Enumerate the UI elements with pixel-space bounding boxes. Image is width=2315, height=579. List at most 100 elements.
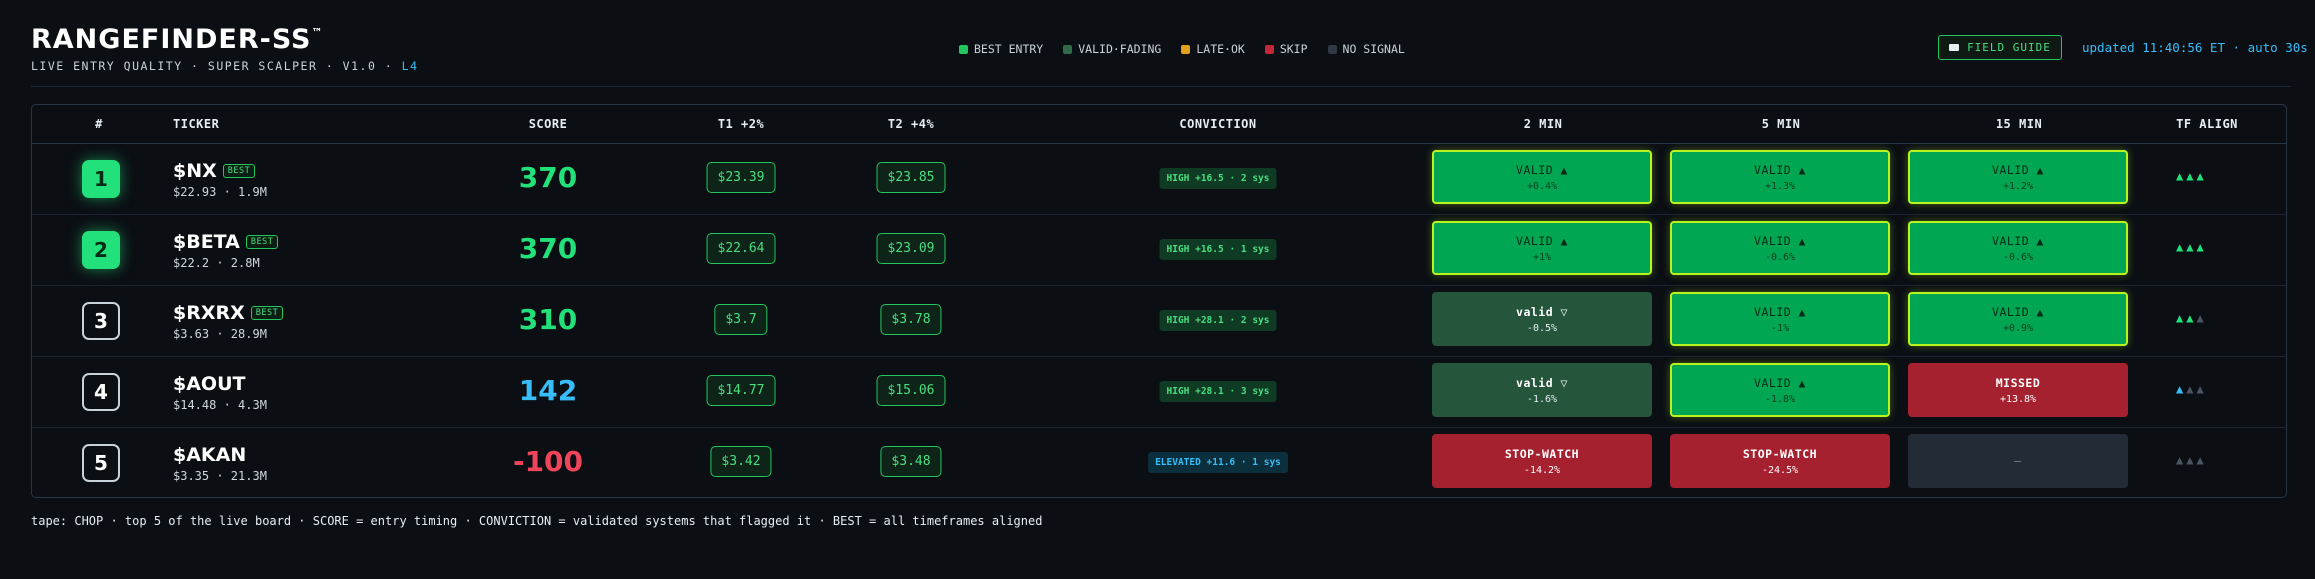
tf-align-indicator: ▲ ▲ ▲ — [2176, 453, 2236, 467]
ticker-symbol[interactable]: $AKAN — [173, 444, 267, 466]
ticker-symbol-text: $NX — [173, 160, 217, 182]
column-header[interactable]: 2 MIN — [1524, 105, 1563, 143]
conviction-badge: ELEVATED +11.6 · 1 sys — [1148, 452, 1288, 473]
column-header[interactable]: TF ALIGN — [2176, 105, 2238, 143]
legend-item: BEST ENTRY — [959, 42, 1043, 56]
column-header[interactable]: SCORE — [529, 105, 568, 143]
score-value: 310 — [518, 303, 578, 336]
rank-badge: 1 — [82, 160, 120, 198]
tf-5min-cell[interactable]: VALID ▲ -1.8% — [1670, 363, 1890, 417]
rank-badge: 4 — [82, 373, 120, 411]
ticker-cell: $AKAN $3.35 · 21.3M — [173, 444, 267, 483]
legend-item: LATE·OK — [1181, 42, 1245, 56]
ticker-price-volume: $22.93 · 1.9M — [173, 185, 267, 199]
ticker-price-volume: $14.48 · 4.3M — [173, 398, 267, 412]
legend-swatch — [1063, 44, 1073, 54]
rank-badge: 2 — [82, 231, 120, 269]
table-row[interactable]: 3 $RXRX BEST $3.63 · 28.9M 310 $3.7 $3.78 HIGH … — [32, 285, 2286, 357]
target2-price: $15.06 — [876, 375, 946, 406]
tf-change-pct: +13.8% — [1999, 393, 2037, 405]
triangle-up-icon: ▲ — [2186, 311, 2195, 325]
tf-15min-cell[interactable]: VALID ▲ -0.6% — [1908, 221, 2128, 275]
tf-align-indicator: ▲ ▲ ▲ — [2176, 169, 2236, 183]
tf-5min-cell[interactable]: VALID ▲ -0.6% — [1670, 221, 1890, 275]
triangle-up-icon: ▲ — [2186, 169, 2195, 183]
tf-change-pct: -1% — [1770, 322, 1790, 334]
table-row[interactable]: 4 $AOUT $14.48 · 4.3M 142 $14.77 $15.06 HIGH +… — [32, 356, 2286, 428]
ticker-symbol[interactable]: $BETA BEST — [173, 231, 279, 253]
table-row[interactable]: 5 $AKAN $3.35 · 21.3M -100 $3.42 $3.48 ELEVATE… — [32, 427, 2286, 497]
tf-15min-cell[interactable]: — — [1908, 434, 2128, 488]
conviction-badge: HIGH +28.1 · 3 sys — [1159, 381, 1277, 402]
ticker-symbol[interactable]: $AOUT — [173, 373, 267, 395]
column-header[interactable]: # — [95, 105, 103, 143]
tf-15min-cell[interactable]: VALID ▲ +1.2% — [1908, 150, 2128, 204]
tf-change-pct: -0.6% — [1764, 251, 1796, 263]
column-header[interactable]: 15 MIN — [1996, 105, 2042, 143]
tf-state-label: VALID ▲ — [1992, 304, 2044, 319]
tf-2min-cell[interactable]: STOP-WATCH -14.2% — [1432, 434, 1652, 488]
table-header: # TICKER SCORE T1 +2% T2 +4% CONVICTION 2 MIN 5… — [32, 105, 2286, 144]
tf-2min-cell[interactable]: valid ▽ -0.5% — [1432, 292, 1652, 346]
tf-change-pct: -1.6% — [1526, 393, 1558, 405]
trademark: ™ — [311, 26, 324, 39]
tf-15min-cell[interactable]: MISSED +13.8% — [1908, 363, 2128, 417]
app-subtitle: LIVE ENTRY QUALITY · SUPER SCALPER · V1.… — [31, 59, 419, 73]
tf-state-label: VALID ▲ — [1754, 375, 1806, 390]
triangle-up-icon: ▲ — [2176, 240, 2185, 254]
field-guide-button[interactable]: FIELD GUIDE — [1938, 35, 2062, 60]
table-row[interactable]: 2 $BETA BEST $22.2 · 2.8M 370 $22.64 $23.09 HIG… — [32, 214, 2286, 286]
tf-align-indicator: ▲ ▲ ▲ — [2176, 240, 2236, 254]
tf-state-label: VALID ▲ — [1516, 233, 1568, 248]
target1-price: $3.42 — [710, 446, 772, 477]
triangle-up-icon: ▲ — [2176, 311, 2185, 325]
conviction-badge: HIGH +16.5 · 2 sys — [1159, 168, 1277, 189]
column-header[interactable]: T1 +2% — [718, 105, 764, 143]
tf-2min-cell[interactable]: valid ▽ -1.6% — [1432, 363, 1652, 417]
column-header[interactable]: T2 +4% — [888, 105, 934, 143]
tf-5min-cell[interactable]: VALID ▲ +1.3% — [1670, 150, 1890, 204]
triangle-up-icon: ▲ — [2196, 169, 2205, 183]
tf-change-pct: +1.2% — [2002, 180, 2034, 192]
table-row[interactable]: 1 $NX BEST $22.93 · 1.9M 370 $23.39 $23.85 HIGH… — [32, 143, 2286, 215]
tf-change-pct: +1% — [1532, 251, 1552, 263]
tf-2min-cell[interactable]: VALID ▲ +1% — [1432, 221, 1652, 275]
target1-price: $22.64 — [706, 233, 776, 264]
target2-price: $23.85 — [876, 162, 946, 193]
legend-label: VALID·FADING — [1078, 42, 1162, 56]
field-guide-label: FIELD GUIDE — [1967, 41, 2051, 54]
tf-align-indicator: ▲ ▲ ▲ — [2176, 382, 2236, 396]
tf-15min-cell[interactable]: VALID ▲ +0.9% — [1908, 292, 2128, 346]
target2-price: $3.78 — [880, 304, 942, 335]
column-header[interactable]: CONVICTION — [1179, 105, 1256, 143]
target2-price: $3.48 — [880, 446, 942, 477]
header: RANGEFINDER-SS™ LIVE ENTRY QUALITY · SUP… — [31, 24, 2308, 86]
triangle-up-icon: ▲ — [2186, 382, 2195, 396]
target2-price: $23.09 — [876, 233, 946, 264]
tf-state-label: STOP-WATCH — [1742, 446, 1818, 461]
column-header[interactable]: 5 MIN — [1762, 105, 1801, 143]
ticker-symbol[interactable]: $NX BEST — [173, 160, 267, 182]
tf-5min-cell[interactable]: VALID ▲ -1% — [1670, 292, 1890, 346]
column-header[interactable]: TICKER — [173, 105, 219, 143]
tf-state-label: VALID ▲ — [1754, 304, 1806, 319]
ticker-symbol[interactable]: $RXRX BEST — [173, 302, 284, 324]
best-badge: BEST — [222, 164, 256, 178]
ticker-symbol-text: $AKAN — [173, 444, 247, 466]
tf-state-label: — — [2014, 454, 2022, 468]
triangle-up-icon: ▲ — [2196, 240, 2205, 254]
triangle-up-icon: ▲ — [2196, 453, 2205, 467]
tf-2min-cell[interactable]: VALID ▲ +0.4% — [1432, 150, 1652, 204]
ticker-cell: $RXRX BEST $3.63 · 28.9M — [173, 302, 284, 341]
ticker-cell: $NX BEST $22.93 · 1.9M — [173, 160, 267, 199]
tf-5min-cell[interactable]: STOP-WATCH -24.5% — [1670, 434, 1890, 488]
target1-price: $3.7 — [714, 304, 768, 335]
ticker-symbol-text: $RXRX — [173, 302, 245, 324]
conviction-badge: HIGH +28.1 · 2 sys — [1159, 310, 1277, 331]
score-value: 142 — [518, 374, 578, 407]
rank-badge: 3 — [82, 302, 120, 340]
tf-state-label: valid ▽ — [1516, 375, 1568, 390]
legend-label: NO SIGNAL — [1342, 42, 1405, 56]
score-value: 370 — [518, 161, 578, 194]
ticker-cell: $BETA BEST $22.2 · 2.8M — [173, 231, 279, 270]
